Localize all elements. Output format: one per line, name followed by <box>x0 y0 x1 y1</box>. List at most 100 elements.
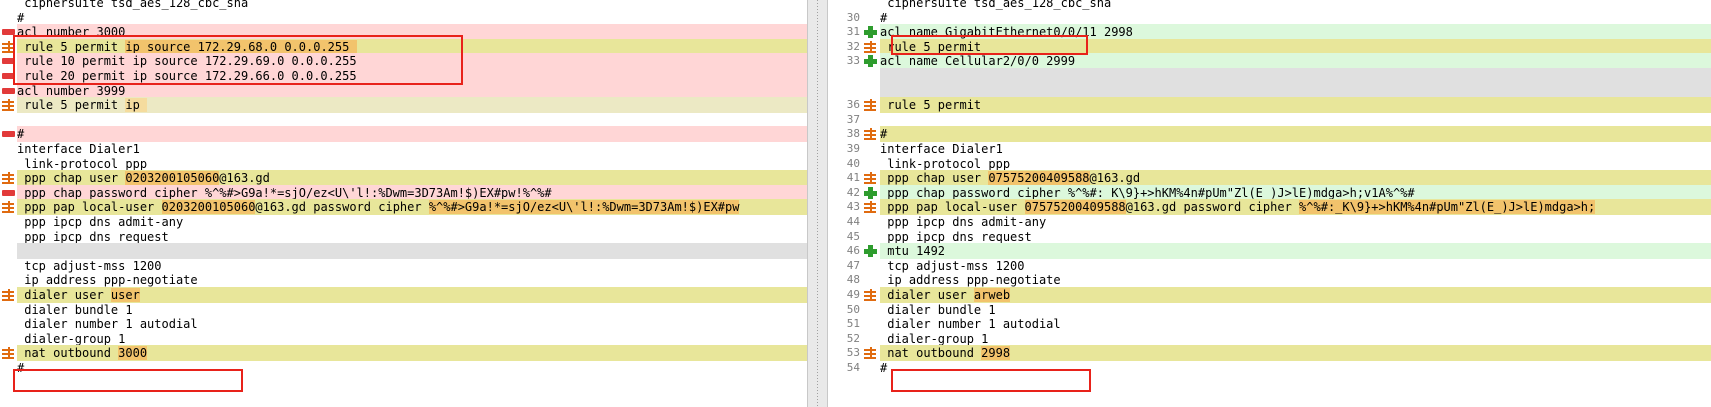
splitter-grip[interactable] <box>817 0 818 407</box>
line-text: dialer bundle 1 <box>17 302 132 318</box>
change-marker-icon[interactable] <box>864 289 877 301</box>
line-number: 32 <box>846 39 860 53</box>
line-text: link-protocol ppp <box>880 156 1010 172</box>
diff-line[interactable]: 50 dialer bundle 1 <box>828 301 1711 318</box>
diff-line[interactable]: dialer bundle 1 <box>0 301 807 318</box>
text-segment: ciphersuite tsd_aes_128_cbc_sha <box>880 0 1112 10</box>
diff-line[interactable]: ppp chap password cipher %^%#>G9a!*=sjO/… <box>0 184 807 201</box>
line-text: ppp ipcp dns request <box>880 229 1032 245</box>
text-segment: ppp ipcp dns request <box>880 229 1032 244</box>
diff-line[interactable]: interface Dialer1 <box>0 141 807 157</box>
change-marker-icon[interactable] <box>2 347 15 360</box>
diff-highlight: 0203200105060 <box>161 200 256 215</box>
diff-highlight: 0203200105060 <box>125 171 220 186</box>
diff-line[interactable]: ppp ipcp dns request <box>0 228 807 245</box>
change-marker-icon[interactable] <box>864 172 877 185</box>
diff-line[interactable]: nat outbound 3000 <box>0 345 807 362</box>
diff-line[interactable]: 40 link-protocol ppp <box>828 155 1711 172</box>
diff-line[interactable]: ip address ppp-negotiate <box>0 272 807 289</box>
line-number: 52 <box>846 331 860 345</box>
diff-line[interactable]: 48 ip address ppp-negotiate <box>828 272 1711 289</box>
diff-line[interactable]: link-protocol ppp <box>0 155 807 172</box>
minus-marker-icon[interactable] <box>2 187 15 199</box>
change-marker-icon[interactable] <box>864 128 877 141</box>
diff-line[interactable]: 38 # <box>828 126 1711 143</box>
diff-line[interactable]: # <box>0 9 807 26</box>
diff-line[interactable]: dialer number 1 autodial <box>0 316 807 333</box>
plus-marker-icon[interactable] <box>864 55 877 68</box>
change-marker-icon[interactable] <box>864 40 877 53</box>
diff-line[interactable]: ppp chap user 0203200105060@163.gd <box>0 170 807 187</box>
line-gutter <box>0 257 17 274</box>
diff-line[interactable]: 44 ppp ipcp dns admit-any <box>828 214 1711 230</box>
diff-line[interactable]: 51 dialer number 1 autodial <box>828 316 1711 333</box>
diff-line[interactable]: dialer user user <box>0 287 807 303</box>
plus-marker-icon[interactable] <box>864 245 877 258</box>
change-marker-icon[interactable] <box>2 172 15 185</box>
diff-line[interactable] <box>828 68 1711 84</box>
line-number: 46 <box>846 244 860 258</box>
diff-line[interactable]: 49 dialer user arweb <box>828 287 1711 303</box>
minus-marker-icon[interactable] <box>2 85 15 97</box>
diff-line[interactable]: 30 # <box>828 9 1711 26</box>
diff-line[interactable]: 36 rule 5 permit <box>828 97 1711 114</box>
line-text: interface Dialer1 <box>880 141 1003 157</box>
line-text: link-protocol ppp <box>17 156 147 172</box>
line-text: # <box>17 10 24 26</box>
left-file-pane[interactable]: ciphersuite tsd_aes_128_cbc_sha # acl numb… <box>0 0 807 407</box>
right-file-pane[interactable]: ciphersuite tsd_aes_128_cbc_sha 30 #31 acl … <box>828 0 1711 407</box>
plus-marker-icon[interactable] <box>864 26 877 39</box>
diff-line[interactable]: 53 nat outbound 2998 <box>828 345 1711 362</box>
diff-line[interactable]: 37 <box>828 111 1711 128</box>
text-segment: tcp adjust-mss 1200 <box>17 258 162 273</box>
diff-line[interactable]: 46 mtu 1492 <box>828 243 1711 260</box>
text-segment: nat outbound <box>17 346 119 361</box>
diff-line[interactable] <box>0 111 807 128</box>
line-text: dialer bundle 1 <box>880 302 996 318</box>
diff-line[interactable]: 45 ppp ipcp dns request <box>828 228 1711 245</box>
line-text: # <box>17 126 24 142</box>
text-segment: ppp pap local-user <box>17 200 162 215</box>
text-segment: dialer number 1 autodial <box>880 317 1061 332</box>
diff-line[interactable]: 39 interface Dialer1 <box>828 141 1711 157</box>
diff-line[interactable]: 33 acl name Cellular2/0/0 2999 <box>828 53 1711 70</box>
line-text: tcp adjust-mss 1200 <box>880 258 1024 274</box>
minus-marker-icon[interactable] <box>2 128 15 140</box>
diff-line[interactable]: 43 ppp pap local-user 07575200409588@163… <box>828 199 1711 216</box>
change-marker-icon[interactable] <box>864 347 877 360</box>
diff-line[interactable]: dialer-group 1 <box>0 330 807 347</box>
diff-line[interactable] <box>0 243 807 260</box>
line-gutter <box>0 228 17 245</box>
change-marker-icon[interactable] <box>2 99 15 112</box>
diff-highlight: arweb <box>973 288 1011 302</box>
line-text: # <box>880 10 887 26</box>
text-segment: ciphersuite tsd_aes_128_cbc_sha <box>17 0 249 10</box>
change-marker-icon[interactable] <box>864 99 877 112</box>
diff-line[interactable]: ppp pap local-user 0203200105060@163.gd … <box>0 199 807 216</box>
change-marker-icon[interactable] <box>864 201 877 214</box>
diff-line[interactable] <box>828 82 1711 99</box>
text-segment: # <box>880 127 888 142</box>
diff-line[interactable]: 47 tcp adjust-mss 1200 <box>828 257 1711 274</box>
diff-line[interactable]: 52 dialer-group 1 <box>828 330 1711 347</box>
diff-line[interactable]: # <box>0 126 807 143</box>
diff-highlight: 07575200409588 <box>1024 200 1126 215</box>
text-segment: interface Dialer1 <box>17 142 140 156</box>
text-segment: dialer-group 1 <box>17 331 126 346</box>
change-marker-icon[interactable] <box>2 289 15 301</box>
text-segment: dialer bundle 1 <box>880 302 996 317</box>
annotation-box <box>13 35 463 85</box>
change-marker-icon[interactable] <box>2 201 15 214</box>
line-gutter <box>828 68 880 84</box>
pane-splitter[interactable] <box>807 0 828 407</box>
text-segment: # <box>880 10 888 25</box>
diff-line[interactable]: tcp adjust-mss 1200 <box>0 257 807 274</box>
diff-line[interactable]: 42 ppp chap password cipher %^%#:_K\9}+>… <box>828 184 1711 201</box>
diff-line[interactable]: rule 5 permit ip <box>0 97 807 114</box>
text-segment: ppp chap password cipher %^%#:_K\9}+>hKM… <box>880 185 1415 200</box>
diff-line[interactable]: 41 ppp chap user 07575200409588@163.gd <box>828 170 1711 187</box>
text-segment: nat outbound <box>880 346 982 361</box>
diff-line[interactable]: ppp ipcp dns admit-any <box>0 214 807 230</box>
text-segment: # <box>17 10 25 25</box>
plus-marker-icon[interactable] <box>864 186 877 199</box>
